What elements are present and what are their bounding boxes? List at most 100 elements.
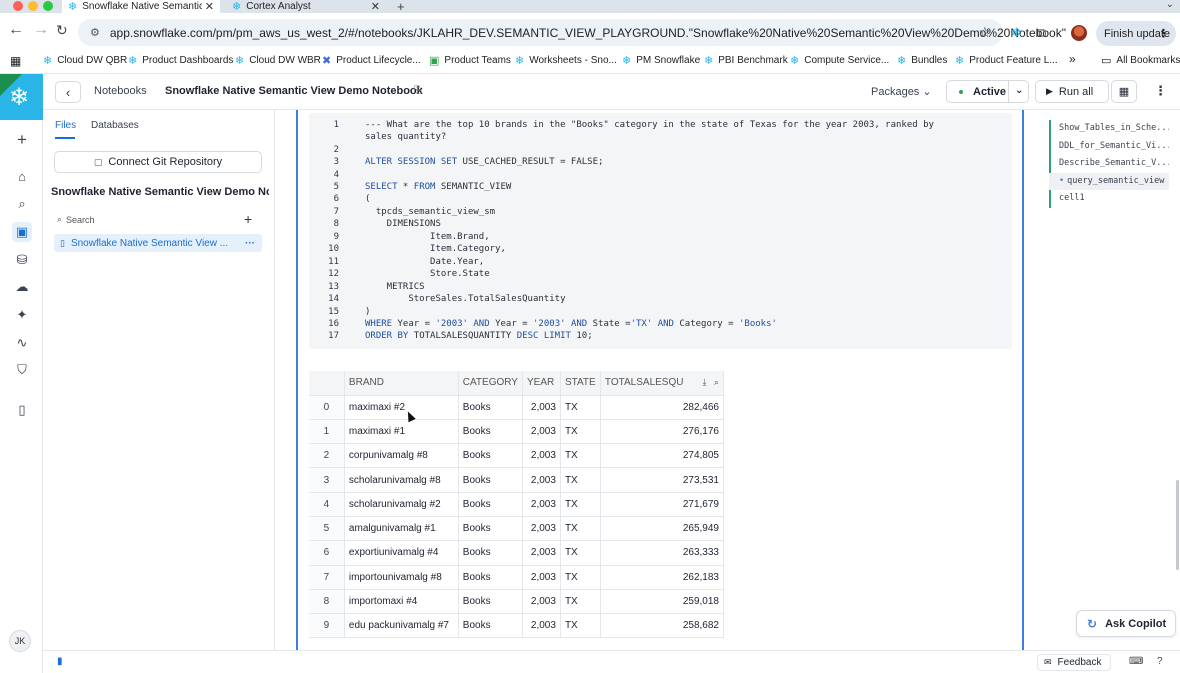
table-cell: 265,949 <box>600 516 725 542</box>
home-icon[interactable]: ⌂ <box>12 166 32 186</box>
feedback-button[interactable]: ✉ Feedback <box>1037 654 1111 671</box>
bookmark-item[interactable]: ❄ Cloud DW WBR <box>235 54 321 67</box>
search-icon[interactable]: ⌕ <box>12 194 32 214</box>
help-icon[interactable]: ? <box>1157 656 1163 667</box>
bookmark-item[interactable]: ❄ Product Dashboards <box>128 54 233 67</box>
close-tab-icon[interactable]: ✕ <box>205 1 214 13</box>
forward-arrow-icon[interactable]: → <box>33 22 49 38</box>
back-arrow-icon[interactable]: ← <box>8 22 24 38</box>
outline-item[interactable]: cell1 <box>1049 190 1169 208</box>
extensions-puzzle-icon[interactable]: ⧉ <box>1037 25 1046 41</box>
site-settings-icon[interactable]: ⚙ <box>90 26 100 39</box>
tab-databases[interactable]: Databases <box>91 120 139 131</box>
outline-item[interactable]: DDL_for_Semantic_Vi... <box>1049 137 1169 155</box>
all-bookmarks-button[interactable]: ▭ All Bookmarks <box>1101 54 1180 67</box>
search-icon[interactable]: ⌕ <box>714 377 719 387</box>
panel-toggle-icon[interactable]: ▮ <box>57 656 63 667</box>
bookmark-item[interactable]: ▣ Product Teams <box>429 54 511 67</box>
table-row[interactable]: 8 importomaxi #4 Books 2,003 TX 259,018 <box>309 589 725 615</box>
line-number: 5 <box>333 182 339 192</box>
add-file-button[interactable]: + <box>244 211 252 227</box>
sql-cell-editor[interactable]: 1 --- What are the top 10 brands in the "… <box>309 113 1012 349</box>
chevron-down-icon[interactable]: ⌄ <box>1015 85 1023 96</box>
tab-files[interactable]: Files <box>55 120 76 131</box>
close-window-button[interactable] <box>13 1 23 11</box>
new-tab-button[interactable]: + <box>397 0 405 14</box>
file-list-item[interactable]: ▯ Snowflake Native Semantic View ... ··· <box>54 234 262 252</box>
column-header-label: TOTALSALESQU <box>604 377 684 389</box>
snowflake-icon: ❄ <box>790 55 800 67</box>
table-row[interactable]: 4 scholarunivamalg #2 Books 2,003 TX 271,679 <box>309 492 725 517</box>
column-header[interactable]: TOTALSALESQU ⤓ ⌕ <box>600 371 725 396</box>
column-header[interactable]: BRAND <box>344 371 459 396</box>
browser-tab-notebook[interactable]: ❄ Snowflake Native Semantic Vi ✕ <box>62 0 220 13</box>
table-row[interactable]: 7 importounivamalg #8 Books 2,003 TX 262,183 <box>309 565 725 590</box>
table-cell: TX <box>560 565 601 590</box>
keyboard-icon[interactable]: ⌨ <box>1129 656 1143 667</box>
copy-icon[interactable]: ⎘ <box>414 85 422 96</box>
connect-git-button[interactable]: ▢ Connect Git Repository <box>54 151 262 173</box>
table-row[interactable]: 5 amalgunivamalg #1 Books 2,003 TX 265,949 <box>309 516 725 542</box>
table-row[interactable]: 9 edu packunivamalg #7 Books 2,003 TX 258,682 <box>309 613 725 639</box>
tab-list-chevron-icon[interactable]: ⌄ <box>1166 0 1174 10</box>
breadcrumb-notebooks[interactable]: Notebooks <box>94 85 147 97</box>
scrollbar[interactable] <box>1176 480 1179 570</box>
apps-grid-icon[interactable]: ▦ <box>10 54 21 68</box>
url-field[interactable]: ⚙ app.snowflake.com/pm/pm_aws_us_west_2/… <box>78 19 1066 46</box>
run-all-button[interactable]: ▶ Run all <box>1035 80 1109 103</box>
column-header[interactable]: YEAR <box>522 371 561 396</box>
back-button[interactable]: ‹ <box>55 81 81 103</box>
tab-title: Cortex Analyst <box>246 0 311 12</box>
bookmark-item[interactable]: ✖ Product Lifecycle... <box>322 54 421 67</box>
line-number: 4 <box>333 170 339 180</box>
bottom-status-bar: ▮ ✉ Feedback ⌨ ? <box>43 650 1180 673</box>
download-icon[interactable]: ⤓ <box>702 377 706 387</box>
bookmark-item[interactable]: ❄ Cloud DW QBR <box>43 54 127 67</box>
outline-item[interactable]: Describe_Semantic_V... <box>1049 155 1169 173</box>
maximize-window-button[interactable] <box>43 1 53 11</box>
outline-item[interactable]: Show_Tables_in_Sche... <box>1049 120 1169 138</box>
finish-update-button[interactable]: Finish update ⋮ <box>1096 21 1176 46</box>
bookmark-item[interactable]: ❄ Worksheets - Sno... <box>515 54 617 67</box>
ai-sparkle-icon[interactable]: ✦ <box>12 305 32 325</box>
create-plus-icon[interactable]: + <box>12 130 32 150</box>
bookmark-star-icon[interactable]: ☆ <box>978 24 991 41</box>
bookmark-item[interactable]: ❄ PBI Benchmark <box>704 54 788 67</box>
table-row[interactable]: 2 corpunivamalg #8 Books 2,003 TX 274,805 <box>309 443 725 469</box>
table-cell: TX <box>560 419 601 445</box>
monitoring-pulse-icon[interactable]: ∿ <box>12 333 32 353</box>
projects-icon[interactable]: ▣ <box>12 222 32 242</box>
ask-copilot-button[interactable]: ↻ Ask Copilot <box>1076 610 1176 637</box>
bookmark-item[interactable]: ❄ Compute Service... <box>790 54 889 67</box>
table-cell: 2,003 <box>522 419 561 445</box>
table-row[interactable]: 1 maximaxi #1 Books 2,003 TX 276,176 <box>309 419 725 445</box>
snowflake-logo[interactable]: ❄ <box>0 74 43 120</box>
governance-shield-icon[interactable]: ⛉ <box>12 360 32 380</box>
snowflake-extension-icon[interactable]: ❄ <box>1011 25 1022 41</box>
cloud-icon[interactable]: ☁ <box>12 277 32 297</box>
packages-dropdown[interactable]: Packages ⌄ <box>871 85 932 98</box>
outline-item[interactable]: • query_semantic_view <box>1049 172 1169 190</box>
more-vertical-icon[interactable]: ⋮ <box>1154 83 1167 99</box>
file-search-input[interactable]: ⌕ Search <box>57 214 95 225</box>
minimize-window-button[interactable] <box>28 1 38 11</box>
bookmark-item[interactable]: ❄ Product Feature L... <box>955 54 1058 67</box>
table-row[interactable]: 0 maximaxi #2 Books 2,003 TX 282,466 <box>309 395 725 420</box>
column-header[interactable]: STATE <box>560 371 601 396</box>
table-row[interactable]: 3 scholarunivamalg #8 Books 2,003 TX 273,531 <box>309 467 725 493</box>
bookmark-item[interactable]: ❄ PM Snowflake <box>622 54 700 67</box>
bookmark-item[interactable]: ❄ Bundles <box>897 54 947 67</box>
browser-tab-cortex[interactable]: ❄ Cortex Analyst ✕ <box>226 0 386 13</box>
reload-icon[interactable]: ↻ <box>56 22 68 38</box>
active-status-button[interactable]: Active ⌄ <box>946 80 1029 103</box>
more-horizontal-icon[interactable]: ··· <box>245 238 255 249</box>
table-row[interactable]: 6 exportiunivamalg #4 Books 2,003 TX 263,333 <box>309 540 725 566</box>
column-header[interactable]: CATEGORY <box>458 371 523 396</box>
profile-avatar[interactable] <box>1071 25 1087 41</box>
close-tab-icon[interactable]: ✕ <box>371 1 380 13</box>
more-bookmarks-button[interactable]: » <box>1069 52 1076 66</box>
data-database-icon[interactable]: ⛁ <box>12 250 32 270</box>
sidebar-toggle-icon[interactable]: ▯ <box>12 400 32 420</box>
schedule-calendar-icon[interactable]: ▦ <box>1111 80 1137 103</box>
user-avatar[interactable]: JK <box>9 630 31 652</box>
